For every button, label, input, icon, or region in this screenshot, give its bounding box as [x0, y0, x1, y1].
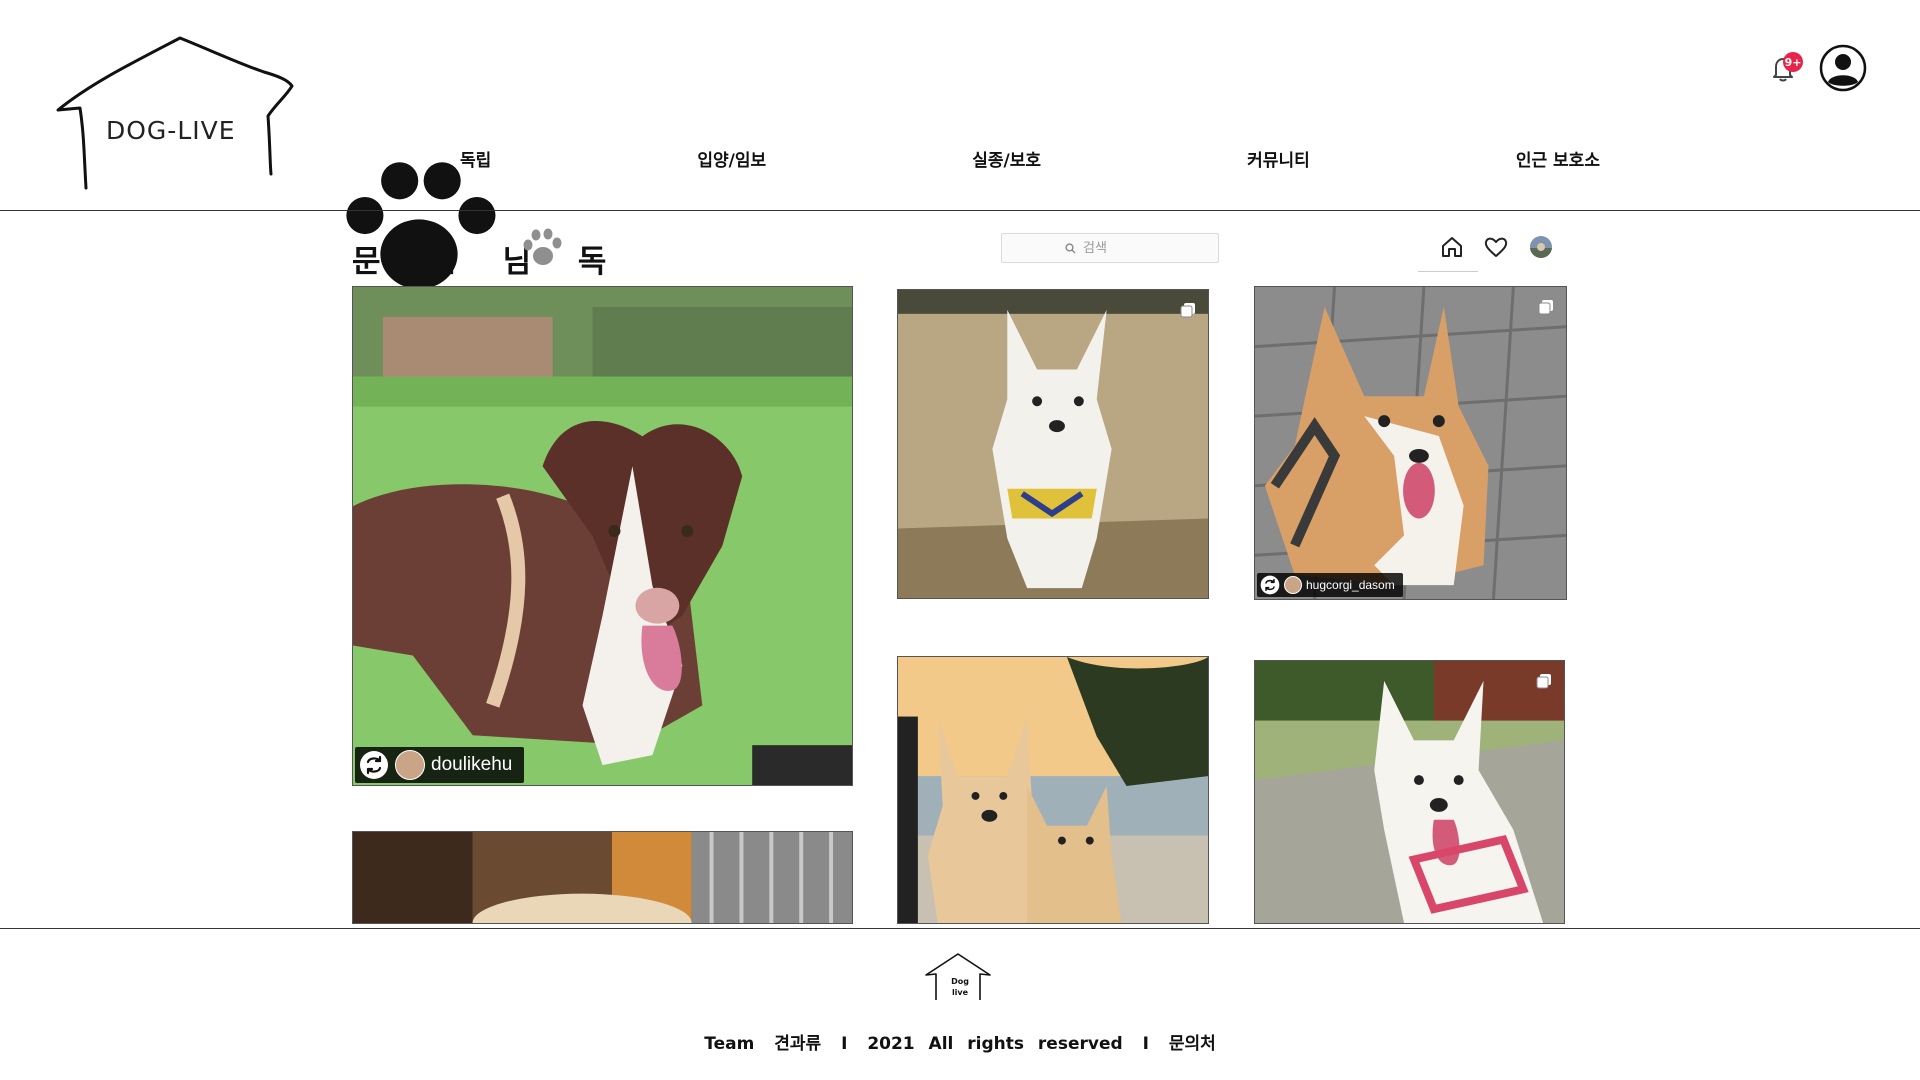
main-nav: 독립 입양/임보 실종/보호 커뮤니티 인근 보호소: [420, 146, 1640, 176]
photo-card[interactable]: doulikehu: [352, 286, 853, 786]
nav-item-community[interactable]: 커뮤니티: [1207, 146, 1350, 176]
home-icon[interactable]: [1439, 234, 1465, 260]
footer-divider: [0, 928, 1920, 929]
footer-contact-link[interactable]: 문의처: [1169, 1034, 1216, 1054]
profile-thumb[interactable]: [1528, 234, 1554, 260]
photo-credit[interactable]: hugcorgi_dasom: [1257, 573, 1403, 597]
photo-card[interactable]: hugcorgi_dasom: [1254, 286, 1567, 600]
page-title: 문 신 님 독: [352, 244, 625, 280]
photo-white-puppy: [898, 290, 1208, 598]
photo-corgi: [1255, 287, 1566, 599]
credit-username: hugcorgi_dasom: [1306, 578, 1395, 592]
photo-card[interactable]: [897, 289, 1209, 599]
footer-logo-line2: live: [951, 988, 969, 997]
repost-icon: [1260, 575, 1280, 595]
site-logo[interactable]: DOG-LIVE: [50, 24, 496, 289]
photo-card[interactable]: [1254, 660, 1565, 924]
footer-separator: I: [841, 1034, 848, 1054]
photo-card[interactable]: [897, 656, 1209, 924]
credit-avatar: [395, 750, 425, 780]
credit-avatar: [1284, 576, 1302, 594]
search-bar[interactable]: [1001, 233, 1219, 263]
footer-team-name: 견과류: [774, 1034, 822, 1054]
footer-logo-line1: Dog: [951, 977, 969, 986]
multi-photo-icon: [1538, 300, 1553, 315]
footer-logo-text: Dog live: [950, 976, 970, 998]
nav-item-independence[interactable]: 독립: [420, 146, 531, 176]
user-avatar-icon[interactable]: [1819, 44, 1867, 92]
nav-item-shelter[interactable]: 인근 보호소: [1476, 146, 1640, 176]
footer-rights: 2021 All rights reserved: [867, 1034, 1123, 1054]
photo-card[interactable]: [352, 831, 853, 924]
photo-brown-white-dog: [353, 287, 852, 785]
footer-team: Team: [704, 1034, 755, 1054]
credit-username: doulikehu: [431, 754, 513, 775]
heart-icon[interactable]: [1483, 234, 1509, 260]
footer-separator: I: [1142, 1034, 1149, 1054]
nav-item-missing[interactable]: 실종/보호: [932, 146, 1081, 176]
multi-photo-icon: [1536, 674, 1551, 689]
toolbar-underline: [1418, 271, 1478, 272]
notification-badge: 9+: [1783, 52, 1803, 72]
search-icon: [1065, 242, 1076, 253]
photo-dog-in-crate: [353, 832, 852, 923]
footer-copyright: Team 견과류 I 2021 All rights reserved I 문의…: [0, 1029, 1920, 1054]
photo-credit[interactable]: doulikehu: [355, 747, 525, 783]
repost-icon: [360, 751, 388, 779]
paw-icon: [523, 228, 562, 265]
header-divider: [0, 210, 1920, 211]
house-outline-logo: [56, 36, 294, 190]
nav-item-adoption[interactable]: 입양/임보: [657, 146, 806, 176]
multi-photo-icon: [1180, 303, 1195, 318]
photo-two-puppies: [898, 657, 1208, 923]
search-input[interactable]: [1081, 239, 1155, 257]
photo-white-dog-harness: [1255, 661, 1564, 923]
logo-text: DOG-LIVE: [106, 116, 236, 145]
